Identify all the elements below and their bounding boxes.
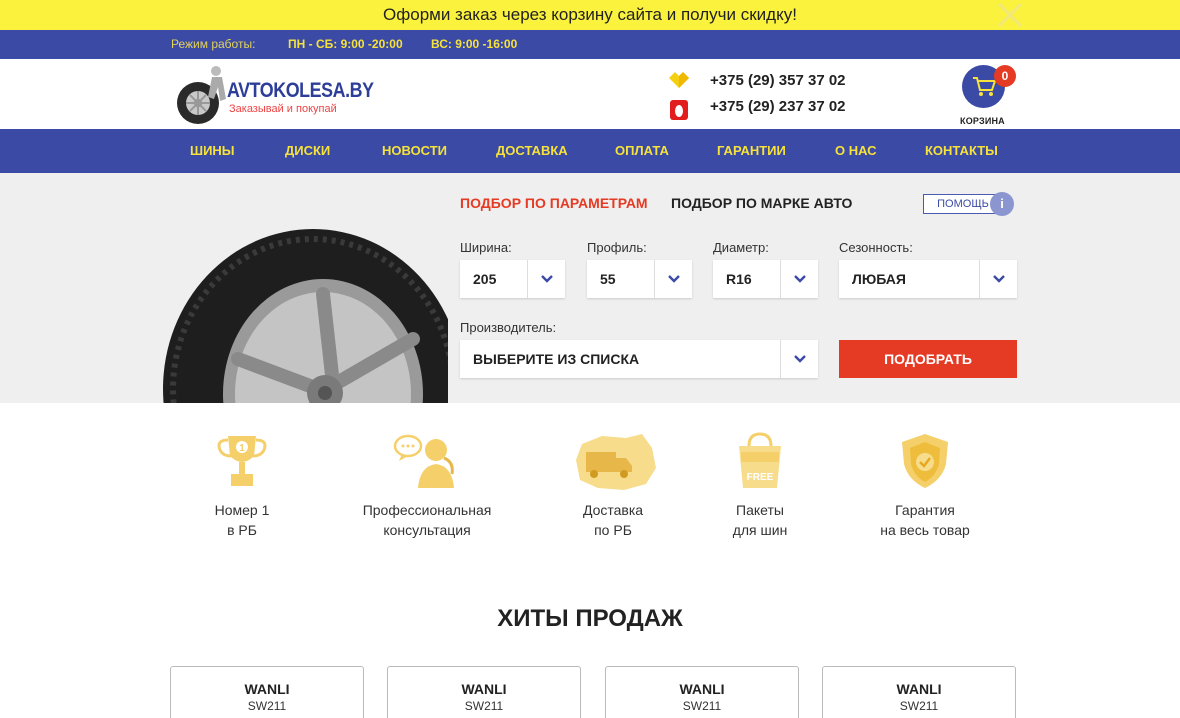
- chevron-down-icon: [654, 260, 692, 298]
- svg-text:1: 1: [239, 443, 245, 454]
- main-nav: ШИНЫ ДИСКИ НОВОСТИ ДОСТАВКА ОПЛАТА ГАРАН…: [0, 129, 1180, 173]
- nav-item-warranty[interactable]: ГАРАНТИИ: [717, 129, 786, 173]
- nav-item-tyres[interactable]: ШИНЫ: [190, 129, 235, 173]
- feature-text: Номер 1 в РБ: [182, 500, 302, 540]
- feature-text: Гарантия на весь товар: [865, 500, 985, 540]
- tab-by-car-make[interactable]: ПОДБОР ПО МАРКЕ АВТО: [671, 195, 852, 211]
- feature-line-2: в РБ: [227, 522, 257, 538]
- season-label: Сезонность:: [839, 240, 913, 255]
- promo-text: Оформи заказ через корзину сайта и получ…: [383, 5, 797, 24]
- velcom-icon: [669, 72, 689, 88]
- tyre-image: [163, 229, 448, 403]
- phone-number-velcom[interactable]: +375 (29) 357 37 02: [710, 72, 846, 89]
- feature-line-1: Пакеты: [736, 502, 784, 518]
- help-button[interactable]: ПОМОЩЬ i: [923, 192, 1017, 216]
- diameter-label: Диаметр:: [713, 240, 769, 255]
- delivery-truck-icon: [576, 434, 656, 490]
- promo-bar: Оформи заказ через корзину сайта и получ…: [0, 0, 1180, 30]
- profile-select-value: 55: [600, 271, 616, 287]
- diameter-select[interactable]: R16: [713, 260, 818, 298]
- maker-select[interactable]: ВЫБЕРИТЕ ИЗ СПИСКА: [460, 340, 818, 378]
- cart-label: КОРЗИНА: [960, 116, 1005, 126]
- width-select-value: 205: [473, 271, 497, 287]
- feature-warranty: Гарантия на весь товар: [865, 432, 985, 540]
- chevron-down-icon: [780, 340, 818, 378]
- consultant-icon: [393, 434, 454, 488]
- profile-label: Профиль:: [587, 240, 647, 255]
- chevron-down-icon: [527, 260, 565, 298]
- tab-by-parameters[interactable]: ПОДБОР ПО ПАРАМЕТРАМ: [460, 195, 648, 211]
- chevron-down-icon: [979, 260, 1017, 298]
- chevron-down-icon: [780, 260, 818, 298]
- feature-text: Доставка по РБ: [553, 500, 673, 540]
- tyre-selector: ПОДБОР ПО ПАРАМЕТРАМ ПОДБОР ПО МАРКЕ АВТ…: [0, 173, 1180, 403]
- nav-item-news[interactable]: НОВОСТИ: [382, 129, 447, 173]
- feature-delivery: Доставка по РБ: [553, 432, 673, 540]
- submit-search-button[interactable]: ПОДОБРАТЬ: [839, 340, 1017, 378]
- product-brand: WANLI: [679, 681, 725, 697]
- feature-line-1: Профессиональная: [362, 502, 492, 518]
- info-icon: i: [990, 192, 1014, 216]
- width-select[interactable]: 205: [460, 260, 565, 298]
- product-brand: WANLI: [896, 681, 942, 697]
- trophy-icon: 1: [217, 436, 267, 486]
- maker-label: Производитель:: [460, 320, 557, 335]
- feature-line-2: консультация: [383, 522, 471, 538]
- nav-item-about[interactable]: О НАС: [835, 129, 877, 173]
- shield-check-icon: [902, 434, 948, 488]
- product-brand: WANLI: [244, 681, 290, 697]
- feature-consultation: Профессиональная консультация: [356, 432, 498, 540]
- nav-item-delivery[interactable]: ДОСТАВКА: [496, 129, 568, 173]
- season-select-value: ЛЮБАЯ: [852, 271, 906, 287]
- nav-item-wheels[interactable]: ДИСКИ: [285, 129, 330, 173]
- product-brand: WANLI: [461, 681, 507, 697]
- product-model: SW211: [899, 699, 939, 713]
- feature-text: Профессиональная консультация: [356, 500, 498, 540]
- close-icon[interactable]: [996, 1, 1024, 29]
- feature-line-1: Номер 1: [214, 502, 270, 518]
- mts-icon: [670, 100, 688, 120]
- feature-line-1: Доставка: [582, 502, 644, 518]
- working-hours-bar: Режим работы: ПН - СБ: 9:00 -20:00 ВС: 9…: [0, 30, 1180, 59]
- product-card[interactable]: WANLI SW211: [822, 666, 1016, 718]
- feature-line-1: Гарантия: [895, 502, 955, 518]
- profile-select[interactable]: 55: [587, 260, 692, 298]
- bag-label: FREE: [747, 472, 774, 483]
- product-model: SW211: [247, 699, 287, 713]
- phone-number-mts[interactable]: +375 (29) 237 37 02: [710, 98, 846, 115]
- nav-item-payment[interactable]: ОПЛАТА: [615, 129, 669, 173]
- nav-item-contacts[interactable]: КОНТАКТЫ: [925, 129, 998, 173]
- logo-name: AVTOKOLESA.BY: [227, 79, 374, 102]
- feature-line-2: для шин: [732, 522, 788, 538]
- feature-number-one: 1 Номер 1 в РБ: [182, 432, 302, 540]
- logo-tagline: Заказывай и покупай: [229, 103, 337, 115]
- feature-text: Пакеты для шин: [700, 500, 820, 540]
- product-card[interactable]: WANLI SW211: [170, 666, 364, 718]
- free-bag-icon: FREE: [739, 432, 781, 488]
- width-label: Ширина:: [460, 240, 512, 255]
- season-select[interactable]: ЛЮБАЯ: [839, 260, 1017, 298]
- hits-title: ХИТЫ ПРОДАЖ: [497, 605, 683, 632]
- hours-label: Режим работы:: [171, 37, 256, 51]
- logo-tyre-icon: [177, 66, 226, 124]
- product-card[interactable]: WANLI SW211: [605, 666, 799, 718]
- hours-weekdays: ПН - СБ: 9:00 -20:00: [288, 37, 403, 51]
- product-model: SW211: [464, 699, 504, 713]
- product-card[interactable]: WANLI SW211: [387, 666, 581, 718]
- site-logo[interactable]: AVTOKOLESA.BY Заказывай и покупай: [176, 65, 374, 125]
- cart-button[interactable]: 0 КОРЗИНА: [958, 65, 1018, 126]
- site-header: AVTOKOLESA.BY Заказывай и покупай +375 (…: [0, 59, 1180, 129]
- cart-count-badge: 0: [994, 65, 1016, 87]
- maker-select-value: ВЫБЕРИТЕ ИЗ СПИСКА: [473, 351, 640, 367]
- feature-line-2: на весь товар: [880, 522, 970, 538]
- hours-weekend: ВС: 9:00 -16:00: [431, 37, 518, 51]
- diameter-select-value: R16: [726, 271, 752, 287]
- feature-line-2: по РБ: [594, 522, 632, 538]
- product-model: SW211: [682, 699, 722, 713]
- feature-free-bags: FREE Пакеты для шин: [700, 432, 820, 540]
